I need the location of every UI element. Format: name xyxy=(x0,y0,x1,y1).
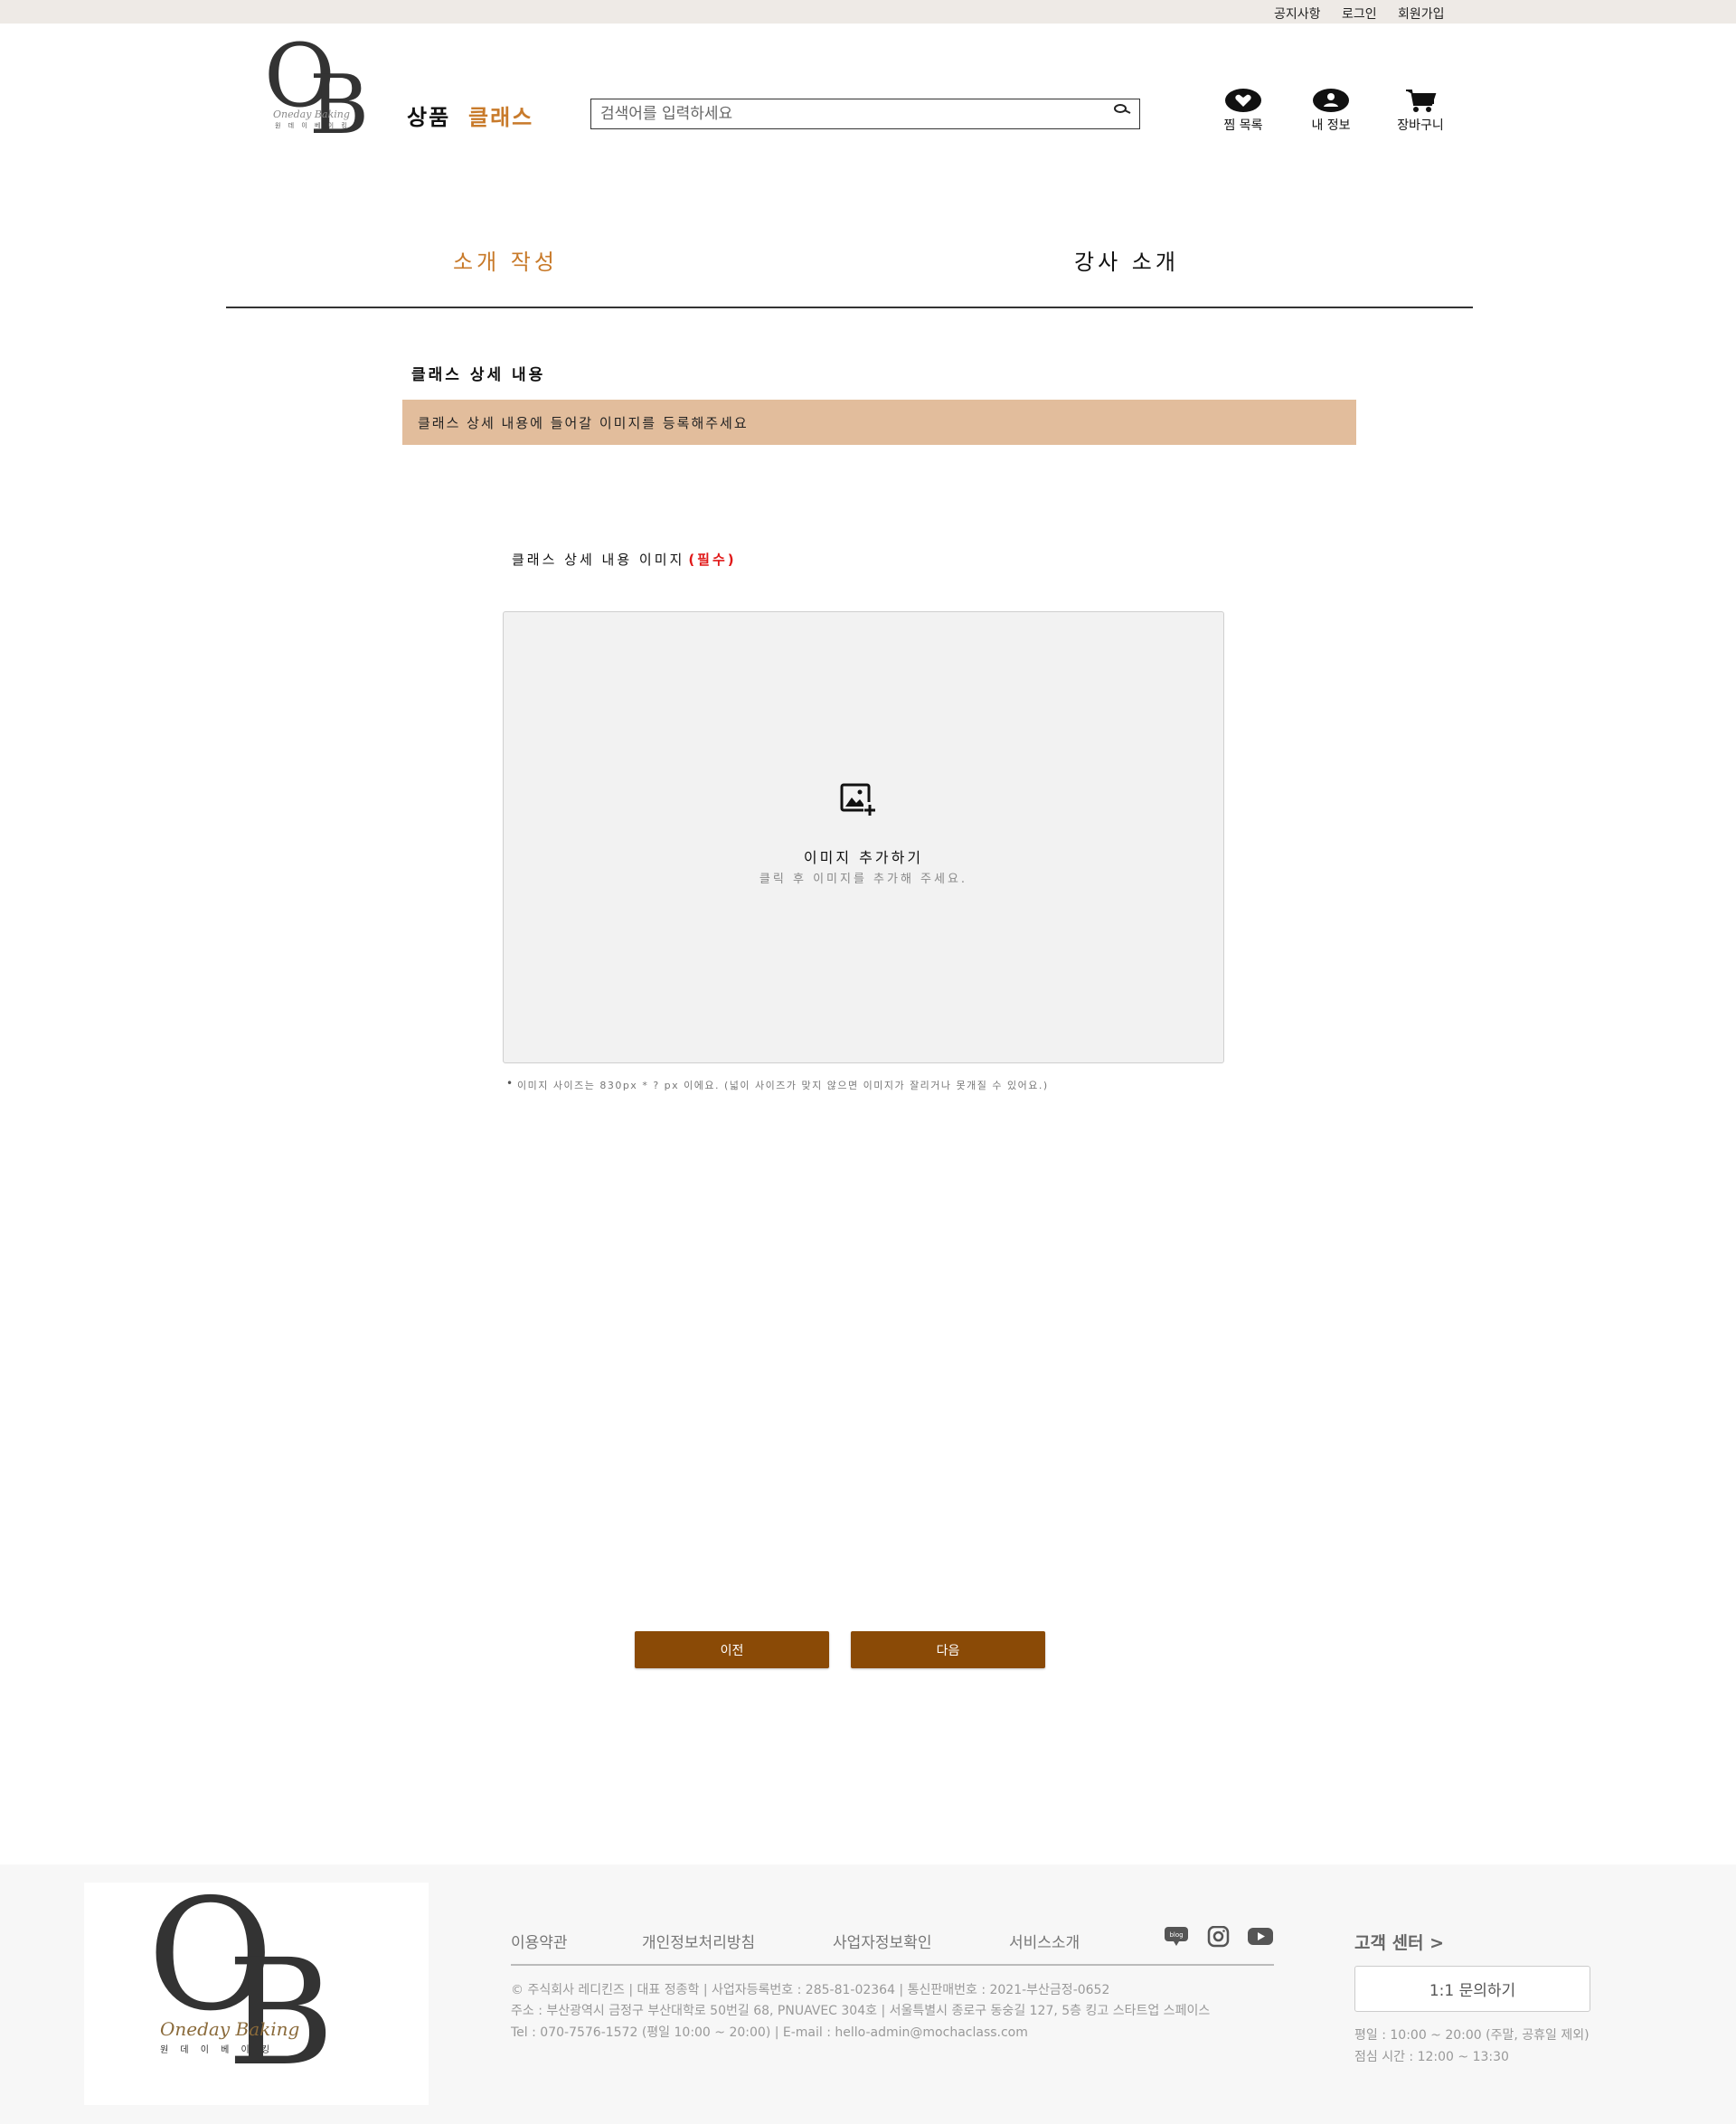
cart-button[interactable]: 장바구니 xyxy=(1380,87,1461,134)
footer-logo-subtitle: 원 데 이 베 이 킹 xyxy=(160,2045,275,2055)
customer-center-link[interactable]: 고객 센터 > xyxy=(1354,1930,1444,1954)
footer-link-service[interactable]: 서비스소개 xyxy=(1009,1930,1080,1952)
add-image-icon xyxy=(840,783,877,816)
field-label-text: 클래스 상세 내용 이미지 xyxy=(512,552,685,568)
heart-icon xyxy=(1225,89,1261,112)
cs-hours-weekday: 평일 : 10:00 ~ 20:00 (주말, 공휴일 제외) xyxy=(1354,2028,1590,2043)
blog-icon[interactable]: blog xyxy=(1164,1926,1189,1948)
svg-text:blog: blog xyxy=(1169,1931,1183,1939)
upload-title: 이미지 추가하기 xyxy=(803,849,924,866)
logo-subtitle: 원 데 이 베 이 킹 xyxy=(275,122,350,129)
tab-intro-write[interactable]: 소개 작성 xyxy=(453,244,558,276)
search-input[interactable] xyxy=(600,103,1107,125)
user-icon xyxy=(1313,89,1349,112)
footer-link-business-info[interactable]: 사업자정보확인 xyxy=(833,1930,931,1952)
search-icon[interactable] xyxy=(1110,101,1134,119)
footer-address: 주소 : 부산광역시 금정구 부산대학로 50번길 68, PNUAVEC 30… xyxy=(511,2004,1211,2018)
login-link[interactable]: 로그인 xyxy=(1342,5,1377,23)
tab-divider xyxy=(226,307,1473,308)
footer-logo-letter-b: B xyxy=(227,1929,335,2099)
info-banner-text: 클래스 상세 내용에 들어갈 이미지를 등록해주세요 xyxy=(418,415,749,431)
wishlist-label: 찜 목록 xyxy=(1223,118,1263,133)
wishlist-button[interactable]: 찜 목록 xyxy=(1203,87,1284,134)
youtube-icon[interactable] xyxy=(1248,1926,1273,1948)
info-banner: 클래스 상세 내용에 들어갈 이미지를 등록해주세요 xyxy=(402,400,1356,445)
prev-button[interactable]: 이전 xyxy=(635,1631,829,1668)
nav-classes[interactable]: 클래스 xyxy=(468,99,533,131)
required-mark: (필수) xyxy=(688,552,737,568)
cs-hours-lunch: 점심 시간 : 12:00 ~ 13:30 xyxy=(1354,2050,1509,2064)
footer-contact: Tel : 070-7576-1572 (평일 10:00 ~ 20:00) |… xyxy=(511,2025,1028,2040)
upload-subtitle: 클릭 후 이미지를 추가해 주세요. xyxy=(759,873,968,886)
footer-company-info: © 주식회사 레디킨즈 | 대표 정종학 | 사업자등록번호 : 285-81-… xyxy=(511,1983,1110,1997)
next-button[interactable]: 다음 xyxy=(851,1631,1045,1668)
footer-logo: O B Oneday Baking 원 데 이 베 이 킹 xyxy=(84,1879,429,2105)
footer-divider xyxy=(511,1964,1274,1966)
field-label: 클래스 상세 내용 이미지 (필수) xyxy=(512,550,737,569)
search-box xyxy=(590,99,1140,129)
signup-link[interactable]: 회원가입 xyxy=(1398,5,1445,23)
tab-instructor-intro[interactable]: 강사 소개 xyxy=(1074,244,1179,276)
footer-link-privacy[interactable]: 개인정보처리방침 xyxy=(642,1930,755,1952)
image-size-note: 이미지 사이즈는 830px * ? px 이에요. (넓이 사이즈가 맞지 않… xyxy=(506,1077,1049,1092)
nav-products[interactable]: 상품 xyxy=(407,99,450,131)
cart-icon xyxy=(1406,90,1437,112)
image-upload-area[interactable]: 이미지 추가하기 클릭 후 이미지를 추가해 주세요. xyxy=(503,611,1224,1063)
logo-letter-b: B xyxy=(309,58,370,153)
notice-link[interactable]: 공지사항 xyxy=(1274,5,1321,23)
cart-label: 장바구니 xyxy=(1397,118,1444,133)
inquiry-button[interactable]: 1:1 문의하기 xyxy=(1354,1966,1590,2012)
footer-link-terms[interactable]: 이용약관 xyxy=(511,1930,568,1952)
myinfo-label: 내 정보 xyxy=(1311,118,1351,133)
top-utility-bar: 공지사항 로그인 회원가입 xyxy=(0,0,1736,24)
instagram-icon[interactable] xyxy=(1205,1925,1231,1948)
logo-script: Oneday Baking xyxy=(273,109,350,120)
site-logo[interactable]: O B Oneday Baking 원 데 이 베 이 킹 xyxy=(264,33,376,153)
section-title: 클래스 상세 내용 xyxy=(411,366,546,384)
footer-logo-script: Oneday Baking xyxy=(160,2018,300,2040)
myinfo-button[interactable]: 내 정보 xyxy=(1290,87,1372,134)
